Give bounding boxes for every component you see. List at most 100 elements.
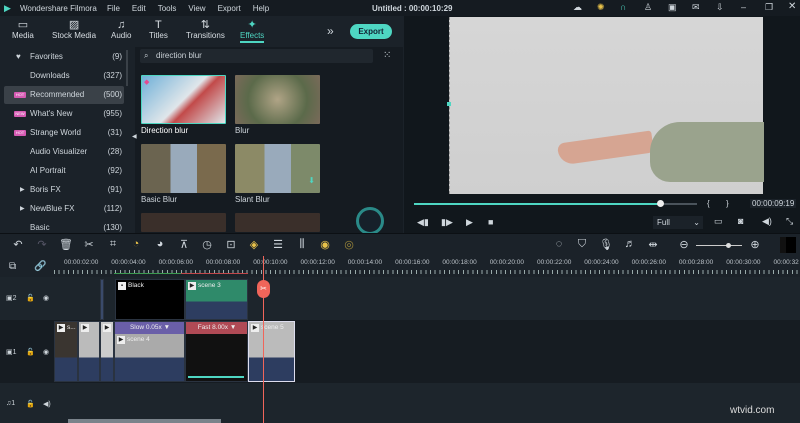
tab-transitions[interactable]: ⇅ Transitions: [186, 19, 225, 40]
mail-icon[interactable]: ✉: [692, 2, 700, 13]
panel-toggle[interactable]: [780, 237, 796, 253]
split-scissors-icon[interactable]: ✂: [257, 280, 270, 298]
tab-titles[interactable]: T Titles: [149, 19, 168, 40]
snapshot-icon[interactable]: ◙: [738, 216, 743, 226]
stop-icon[interactable]: ■: [488, 217, 493, 227]
lock-icon[interactable]: 🔓: [26, 294, 35, 302]
delete-icon[interactable]: 🗑: [59, 238, 73, 251]
lock-icon[interactable]: 🔓: [26, 348, 35, 356]
restore-button[interactable]: ❐: [765, 2, 773, 13]
zoom-slider-handle[interactable]: [726, 243, 731, 248]
effect-thumb[interactable]: [141, 213, 226, 232]
more-tabs-icon[interactable]: »: [327, 24, 334, 38]
duration-icon[interactable]: ◷: [200, 238, 214, 251]
speed-icon[interactable]: ◔: [129, 238, 143, 250]
zoom-in-icon[interactable]: ⊕: [748, 238, 762, 251]
effect-thumb-blur[interactable]: [235, 75, 320, 124]
expand-icon[interactable]: ▶: [20, 181, 25, 199]
export-button[interactable]: Export: [350, 24, 392, 39]
microphone-icon[interactable]: 🎙: [599, 238, 613, 251]
zoom-slider[interactable]: [696, 243, 742, 248]
redo-icon[interactable]: ↷: [35, 238, 49, 251]
clip-fast[interactable]: Fast 8.00x ▼: [185, 321, 248, 382]
play-icon[interactable]: ▶: [466, 217, 473, 228]
close-button[interactable]: ✕: [788, 1, 796, 12]
category-item[interactable]: Audio Visualizer (28): [4, 143, 124, 161]
clip[interactable]: ▶: [100, 321, 114, 382]
clip-scene-5[interactable]: ▶ scene 5: [248, 321, 295, 382]
color-icon[interactable]: ◕: [153, 238, 167, 250]
fit-timeline-icon[interactable]: ⇹: [646, 238, 660, 251]
category-scrollbar[interactable]: [126, 50, 128, 86]
clip-s[interactable]: ▶ s...: [54, 321, 78, 382]
menu-tools[interactable]: Tools: [158, 4, 177, 13]
menu-file[interactable]: File: [107, 4, 120, 13]
menu-help[interactable]: Help: [253, 4, 269, 13]
clip-scene-3[interactable]: ▶ scene 3: [185, 279, 248, 320]
tab-media[interactable]: ▭ Media: [12, 19, 34, 40]
tab-effects[interactable]: ✦ Effects: [240, 19, 265, 43]
grid-view-icon[interactable]: ⁙: [383, 50, 391, 61]
category-item[interactable]: NEW What's New (955): [4, 105, 124, 123]
eye-icon[interactable]: ◉: [43, 294, 49, 302]
prev-frame-icon[interactable]: ◀▮: [417, 217, 429, 228]
clip[interactable]: ▶: [78, 321, 100, 382]
mark-out-button[interactable]: }: [726, 199, 729, 208]
category-item[interactable]: AI Portrait (92): [4, 162, 124, 180]
mark-in-button[interactable]: {: [707, 199, 710, 208]
category-item[interactable]: ♥ Favorites (9): [4, 48, 124, 66]
speed-label[interactable]: Fast 8.00x ▼: [186, 324, 247, 331]
category-item[interactable]: Downloads (327): [4, 67, 124, 85]
effect-thumb[interactable]: [235, 213, 320, 232]
expand-icon[interactable]: ▶: [20, 200, 25, 218]
volume-icon[interactable]: ◀): [762, 216, 772, 227]
minimize-button[interactable]: –: [741, 2, 746, 12]
download-icon[interactable]: ⇩: [716, 2, 724, 13]
category-item[interactable]: HOT Strange World (31): [4, 124, 124, 142]
quality-select[interactable]: Full ⌄: [653, 216, 703, 229]
account-icon[interactable]: ♙: [644, 2, 652, 13]
transform-handle[interactable]: [447, 102, 451, 106]
search-input[interactable]: ⌕ direction blur: [140, 49, 373, 63]
next-frame-icon[interactable]: ▮▶: [441, 217, 453, 228]
clip-black[interactable]: ▪ Black: [115, 279, 185, 320]
audio-split-icon[interactable]: ⫼: [295, 238, 309, 251]
lock-icon[interactable]: 🔓: [26, 400, 35, 408]
keyframe-icon[interactable]: ◈: [247, 238, 261, 251]
eye-icon[interactable]: ◉: [43, 348, 49, 356]
collapse-panel-icon[interactable]: ◀: [132, 133, 137, 140]
speaker-icon[interactable]: ◀): [43, 400, 51, 408]
marker-icon[interactable]: ⛉: [575, 238, 589, 251]
tab-stock-media[interactable]: ▨ Stock Media: [52, 19, 96, 40]
render-icon[interactable]: ◌: [552, 238, 566, 250]
effect-thumb-basic-blur[interactable]: [141, 144, 226, 193]
fullscreen-icon[interactable]: ⤡: [786, 216, 793, 227]
playback-progress[interactable]: [414, 200, 697, 207]
menu-edit[interactable]: Edit: [132, 4, 146, 13]
timeline-scrollbar[interactable]: [68, 419, 221, 423]
category-item[interactable]: ▶ Boris FX (91): [4, 181, 124, 199]
clip-scene-4[interactable]: Slow 0.05x ▼ ▶ scene 4: [114, 321, 185, 382]
menu-export[interactable]: Export: [218, 4, 241, 13]
category-item[interactable]: HOT Recommended (500): [4, 86, 124, 104]
bulb-icon[interactable]: ✺: [597, 2, 605, 13]
tab-audio[interactable]: ♫ Audio: [111, 19, 131, 40]
stabilize-icon[interactable]: ◉: [318, 238, 332, 251]
cut-icon[interactable]: ✂: [82, 238, 96, 251]
undo-icon[interactable]: ↶: [11, 238, 25, 251]
display-icon[interactable]: ▭: [714, 216, 723, 227]
audio-mixer-icon[interactable]: ♬: [623, 238, 637, 250]
zoom-out-icon[interactable]: ⊖: [677, 238, 691, 251]
zoom-fit-icon[interactable]: ⊡: [224, 238, 238, 251]
category-item[interactable]: ▶ NewBlue FX (112): [4, 200, 124, 218]
auto-reframe-icon[interactable]: ◎: [342, 238, 356, 251]
menu-view[interactable]: View: [188, 4, 205, 13]
green-screen-icon[interactable]: ⊼: [177, 238, 191, 251]
effect-thumb-slant-blur[interactable]: ⬇: [235, 144, 320, 193]
cloud-icon[interactable]: ☁: [573, 2, 582, 13]
add-track-icon[interactable]: ⧉: [9, 261, 16, 272]
headset-icon[interactable]: ∩: [620, 2, 626, 12]
adjust-icon[interactable]: ☰: [271, 238, 285, 251]
speed-label[interactable]: Slow 0.05x ▼: [115, 324, 184, 331]
save-icon[interactable]: ▣: [668, 2, 677, 13]
